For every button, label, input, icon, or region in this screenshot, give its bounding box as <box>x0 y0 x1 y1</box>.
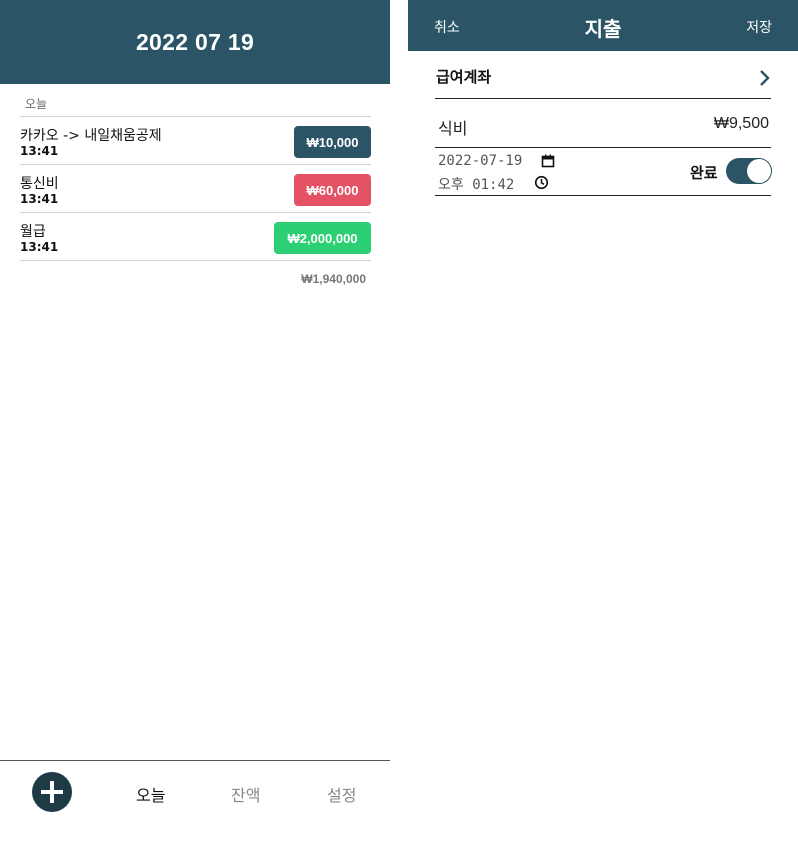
section-label-today: 오늘 <box>25 97 48 111</box>
save-button[interactable]: 저장 <box>746 17 772 37</box>
bottom-nav: 오늘 잔액 설정 <box>0 760 390 845</box>
nav-today[interactable]: 오늘 <box>136 782 165 806</box>
transaction-title: 통신비 <box>20 176 59 192</box>
transaction-row[interactable]: 카카오 -> 내일채움공제 13:41 ₩10,000 <box>20 117 371 164</box>
nav-balance[interactable]: 잔액 <box>231 782 260 806</box>
transaction-time: 13:41 <box>20 192 59 206</box>
plus-circle-icon <box>41 781 63 803</box>
daily-total: ₩1,940,000 <box>301 272 366 286</box>
time-field[interactable]: 오후 01:42 <box>438 174 514 194</box>
amount-badge-income: ₩2,000,000 <box>274 222 371 254</box>
transaction-row[interactable]: 통신비 13:41 ₩60,000 <box>20 165 371 212</box>
transaction-row[interactable]: 월급 13:41 ₩2,000,000 <box>20 213 371 260</box>
transaction-time: 13:41 <box>20 240 59 254</box>
divider <box>435 195 771 196</box>
add-transaction-button[interactable] <box>32 772 72 812</box>
transaction-title: 카카오 -> 내일채움공제 <box>20 128 162 144</box>
category-field[interactable]: 식비 <box>438 115 467 139</box>
today-screen: 2022 07 19 오늘 카카오 -> 내일채움공제 13:41 ₩10,00… <box>0 0 390 845</box>
page-title: 지출 <box>584 17 622 41</box>
transaction-title: 월급 <box>20 224 46 240</box>
done-toggle[interactable] <box>726 158 772 184</box>
calendar-icon[interactable] <box>541 154 555 168</box>
clock-icon[interactable] <box>534 175 549 190</box>
editor-header: 취소 지출 저장 <box>408 0 798 51</box>
divider <box>435 147 771 148</box>
transaction-time: 13:41 <box>20 144 59 158</box>
account-selector[interactable]: 급여계좌 <box>436 66 491 87</box>
divider <box>20 260 371 261</box>
done-label: 완료 <box>690 164 718 182</box>
date-header: 2022 07 19 <box>0 0 390 84</box>
date-field[interactable]: 2022-07-19 <box>438 153 522 169</box>
expense-editor: 취소 지출 저장 급여계좌 식비 ₩9,500 2022-07-19 오후 01… <box>408 0 798 844</box>
toggle-knob <box>747 159 771 183</box>
amount-field[interactable]: ₩9,500 <box>714 115 769 133</box>
nav-settings[interactable]: 설정 <box>327 782 356 806</box>
amount-badge-expense: ₩60,000 <box>294 174 371 206</box>
header-date: 2022 07 19 <box>135 28 255 55</box>
amount-badge-transfer: ₩10,000 <box>294 126 371 158</box>
divider <box>435 98 771 99</box>
chevron-right-icon[interactable] <box>758 69 772 87</box>
